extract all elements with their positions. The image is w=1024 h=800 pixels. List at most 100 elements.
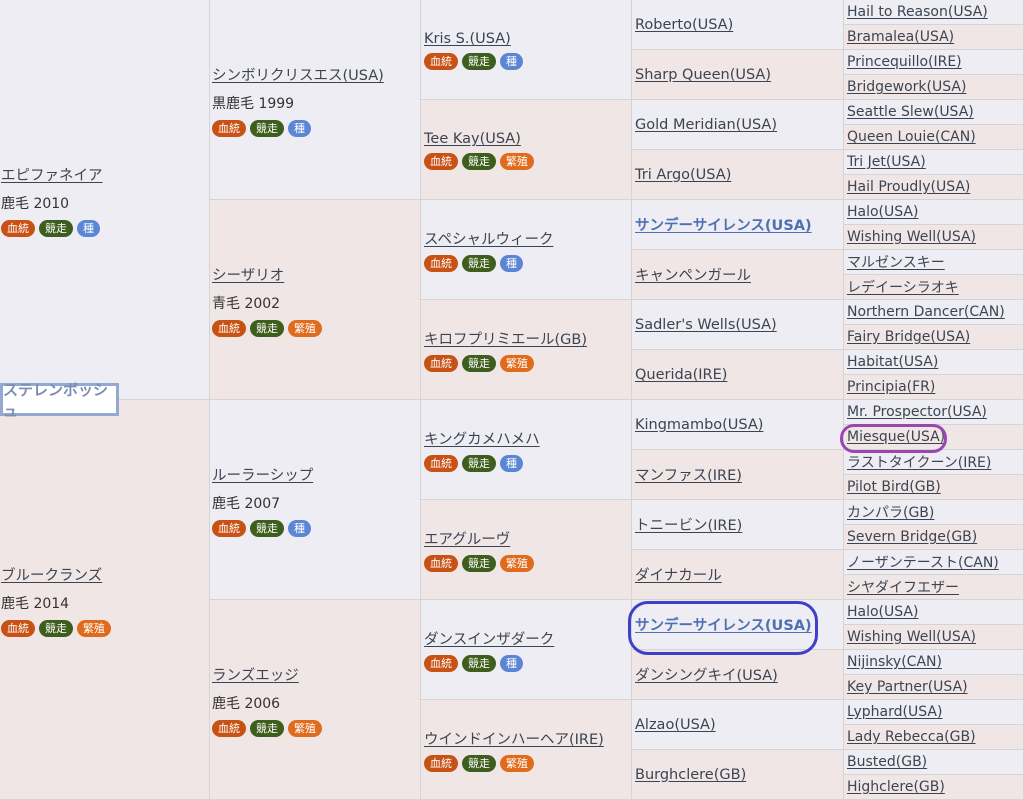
horse-name-link[interactable]: Bramalea(USA) — [847, 29, 954, 45]
race-record-badge[interactable]: 競走 — [39, 620, 73, 637]
pedigree-badge[interactable]: 血統 — [424, 153, 458, 170]
horse-name-link[interactable]: Queen Louie(CAN) — [847, 129, 976, 145]
horse-name-link[interactable]: Fairy Bridge(USA) — [847, 329, 970, 345]
horse-name-link[interactable]: Northern Dancer(CAN) — [847, 304, 1005, 320]
horse-name-link[interactable]: Sharp Queen(USA) — [635, 67, 771, 83]
horse-name-link[interactable]: ダンシングキイ(USA) — [635, 664, 778, 685]
broodmare-badge[interactable]: 繁殖 — [288, 720, 322, 737]
horse-name-link[interactable]: キャンペンガール — [635, 264, 751, 285]
race-record-badge[interactable]: 競走 — [250, 520, 284, 537]
horse-name-link[interactable]: スペシャルウィーク — [424, 232, 553, 248]
horse-name-link[interactable]: キングカメハメハ — [424, 432, 540, 448]
horse-name-link[interactable]: トニービン(IRE) — [635, 514, 742, 535]
broodmare-badge[interactable]: 繁殖 — [500, 755, 534, 772]
horse-name-link[interactable]: Hail Proudly(USA) — [847, 179, 970, 195]
horse-name-link[interactable]: Lady Rebecca(GB) — [847, 729, 976, 745]
broodmare-badge[interactable]: 繁殖 — [500, 153, 534, 170]
horse-name-link[interactable]: Burghclere(GB) — [635, 767, 746, 783]
stud-badge[interactable]: 種 — [500, 255, 523, 272]
stud-badge[interactable]: 種 — [288, 520, 311, 537]
stud-badge[interactable]: 種 — [77, 220, 100, 237]
pedigree-badge[interactable]: 血統 — [212, 520, 246, 537]
stud-badge[interactable]: 種 — [500, 455, 523, 472]
race-record-badge[interactable]: 競走 — [462, 755, 496, 772]
race-record-badge[interactable]: 競走 — [250, 720, 284, 737]
horse-name-link[interactable]: Tri Argo(USA) — [635, 167, 731, 183]
pedigree-badge[interactable]: 血統 — [212, 720, 246, 737]
horse-name-link[interactable]: シーザリオ — [212, 268, 284, 284]
horse-name-link[interactable]: ダンスインザダーク — [424, 632, 554, 648]
broodmare-badge[interactable]: 繁殖 — [500, 355, 534, 372]
race-record-badge[interactable]: 競走 — [462, 455, 496, 472]
horse-name-link[interactable]: Kingmambo(USA) — [635, 417, 763, 433]
horse-name-link[interactable]: エピファネイア — [1, 168, 103, 184]
horse-name-link[interactable]: Wishing Well(USA) — [847, 629, 976, 645]
horse-name-link[interactable]: ノーザンテースト(CAN) — [847, 552, 999, 572]
horse-name-link[interactable]: Kris S.(USA) — [424, 31, 511, 47]
horse-name-link[interactable]: エアグルーヴ — [424, 532, 510, 548]
horse-name-link[interactable]: サンデーサイレンス(USA) — [635, 614, 812, 635]
horse-name-link[interactable]: Pilot Bird(GB) — [847, 479, 941, 495]
horse-name-link[interactable]: Busted(GB) — [847, 754, 927, 770]
horse-name-link[interactable]: Nijinsky(CAN) — [847, 654, 942, 670]
pedigree-badge[interactable]: 血統 — [212, 120, 246, 137]
horse-name-link[interactable]: Tri Jet(USA) — [847, 154, 926, 170]
horse-name-link[interactable]: Wishing Well(USA) — [847, 229, 976, 245]
pedigree-badge[interactable]: 血統 — [424, 655, 458, 672]
race-record-badge[interactable]: 競走 — [462, 555, 496, 572]
horse-name-link[interactable]: Seattle Slew(USA) — [847, 104, 974, 120]
horse-name-link[interactable]: ルーラーシップ — [212, 468, 313, 484]
pedigree-badge[interactable]: 血統 — [424, 555, 458, 572]
broodmare-badge[interactable]: 繁殖 — [77, 620, 111, 637]
race-record-badge[interactable]: 競走 — [462, 153, 496, 170]
horse-name-link[interactable]: Bridgework(USA) — [847, 79, 966, 95]
race-record-badge[interactable]: 競走 — [250, 120, 284, 137]
horse-name-link[interactable]: シンボリクリスエス(USA) — [212, 68, 384, 84]
horse-name-link[interactable]: Querida(IRE) — [635, 367, 727, 383]
horse-name-link[interactable]: マルゼンスキー — [847, 252, 945, 272]
stud-badge[interactable]: 種 — [500, 53, 523, 70]
horse-name-link[interactable]: キロフプリミエール(GB) — [424, 332, 587, 348]
broodmare-badge[interactable]: 繁殖 — [288, 320, 322, 337]
pedigree-badge[interactable]: 血統 — [424, 755, 458, 772]
horse-name-link[interactable]: Habitat(USA) — [847, 354, 938, 370]
horse-name-link[interactable]: ダイナカール — [635, 564, 722, 585]
horse-name-link[interactable]: Highclere(GB) — [847, 779, 945, 795]
pedigree-badge[interactable]: 血統 — [212, 320, 246, 337]
race-record-badge[interactable]: 競走 — [462, 255, 496, 272]
horse-name-link[interactable]: Principia(FR) — [847, 379, 935, 395]
race-record-badge[interactable]: 競走 — [462, 355, 496, 372]
pedigree-badge[interactable]: 血統 — [1, 620, 35, 637]
race-record-badge[interactable]: 競走 — [250, 320, 284, 337]
horse-name-link[interactable]: Key Partner(USA) — [847, 679, 968, 695]
horse-name-link[interactable]: ブルークランズ — [1, 568, 102, 584]
horse-name-link[interactable]: カンパラ(GB) — [847, 502, 934, 522]
pedigree-badge[interactable]: 血統 — [424, 355, 458, 372]
pedigree-badge[interactable]: 血統 — [424, 255, 458, 272]
pedigree-badge[interactable]: 血統 — [1, 220, 35, 237]
broodmare-badge[interactable]: 繁殖 — [500, 555, 534, 572]
horse-name-link[interactable]: ウインドインハーヘア(IRE) — [424, 732, 604, 748]
horse-name-link[interactable]: Hail to Reason(USA) — [847, 4, 988, 20]
horse-name-link[interactable]: Princequillo(IRE) — [847, 54, 962, 70]
horse-name-link[interactable]: Mr. Prospector(USA) — [847, 404, 987, 420]
horse-name-link[interactable]: レデイーシラオキ — [847, 277, 959, 297]
horse-name-link[interactable]: ラストタイクーン(IRE) — [847, 452, 991, 472]
horse-name-link[interactable]: Alzao(USA) — [635, 717, 716, 733]
race-record-badge[interactable]: 競走 — [462, 53, 496, 70]
horse-name-link[interactable]: ランズエッジ — [212, 668, 299, 684]
horse-name-link[interactable]: Gold Meridian(USA) — [635, 117, 777, 133]
horse-name-link[interactable]: Miesque(USA) — [847, 429, 945, 445]
stud-badge[interactable]: 種 — [500, 655, 523, 672]
race-record-badge[interactable]: 競走 — [39, 220, 73, 237]
horse-name-link[interactable]: Severn Bridge(GB) — [847, 529, 977, 545]
horse-name-link[interactable]: Sadler's Wells(USA) — [635, 317, 777, 333]
pedigree-badge[interactable]: 血統 — [424, 455, 458, 472]
horse-name-link[interactable]: サンデーサイレンス(USA) — [635, 214, 812, 235]
horse-name-link[interactable]: Tee Kay(USA) — [424, 131, 521, 147]
stud-badge[interactable]: 種 — [288, 120, 311, 137]
pedigree-badge[interactable]: 血統 — [424, 53, 458, 70]
horse-name-link[interactable]: Lyphard(USA) — [847, 704, 942, 720]
horse-name-link[interactable]: マンファス(IRE) — [635, 464, 742, 485]
horse-name-link[interactable]: シヤダイフエザー — [847, 577, 959, 597]
